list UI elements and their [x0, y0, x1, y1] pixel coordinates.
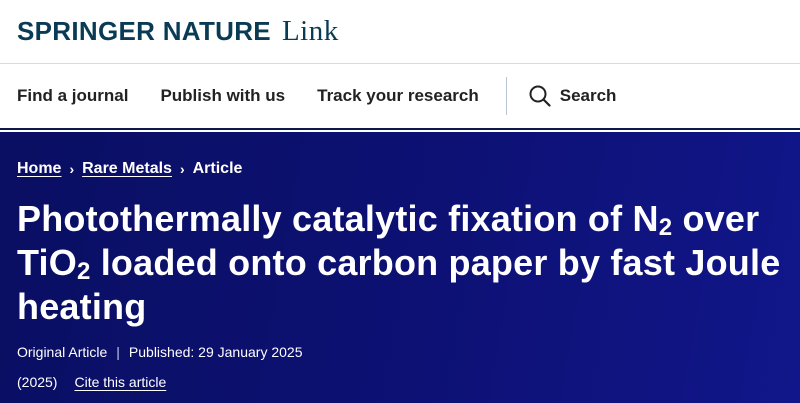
search-label: Search: [559, 86, 617, 105]
title-subscript-1: 2: [658, 214, 673, 241]
article-meta: Original Article | Published: 29 January…: [17, 344, 783, 360]
title-text-3: loaded onto carbon paper by fast Joule h…: [17, 242, 781, 327]
article-type: Original Article: [17, 344, 108, 360]
search-icon: [529, 85, 551, 107]
cite-this-article-link[interactable]: Cite this article: [74, 374, 166, 390]
article-header: Home › Rare Metals › Article Phototherma…: [0, 132, 800, 403]
breadcrumb-rare-metals[interactable]: Rare Metals: [82, 160, 172, 178]
published-date: Published: 29 January 2025: [128, 344, 303, 360]
chevron-right-icon: ›: [179, 161, 185, 177]
meta-separator: |: [116, 344, 120, 360]
title-subscript-2: 2: [76, 258, 91, 285]
search-button[interactable]: Search: [529, 85, 617, 107]
chevron-right-icon: ›: [69, 161, 75, 177]
breadcrumb-home[interactable]: Home: [17, 160, 61, 178]
main-nav: Find a journal Publish with us Track you…: [0, 64, 800, 130]
article-citation-row: (2025) Cite this article: [17, 374, 783, 390]
nav-publish-with-us[interactable]: Publish with us: [160, 86, 285, 106]
article-title: Photothermally catalytic fixation of N2 …: [17, 197, 797, 329]
brand-product: Link: [281, 15, 339, 47]
springer-nature-link-logo[interactable]: SPRINGER NATURE Link: [17, 15, 339, 48]
nav-divider: [505, 77, 507, 115]
nav-find-journal[interactable]: Find a journal: [17, 86, 128, 106]
article-year: (2025): [17, 374, 58, 390]
breadcrumb: Home › Rare Metals › Article: [17, 158, 783, 180]
nav-track-research[interactable]: Track your research: [317, 86, 479, 106]
breadcrumb-current: Article: [192, 160, 243, 177]
title-text-1: Photothermally catalytic fixation of N: [17, 198, 659, 239]
brand-name: SPRINGER NATURE: [17, 16, 271, 46]
brand-bar: SPRINGER NATURE Link: [0, 0, 800, 64]
